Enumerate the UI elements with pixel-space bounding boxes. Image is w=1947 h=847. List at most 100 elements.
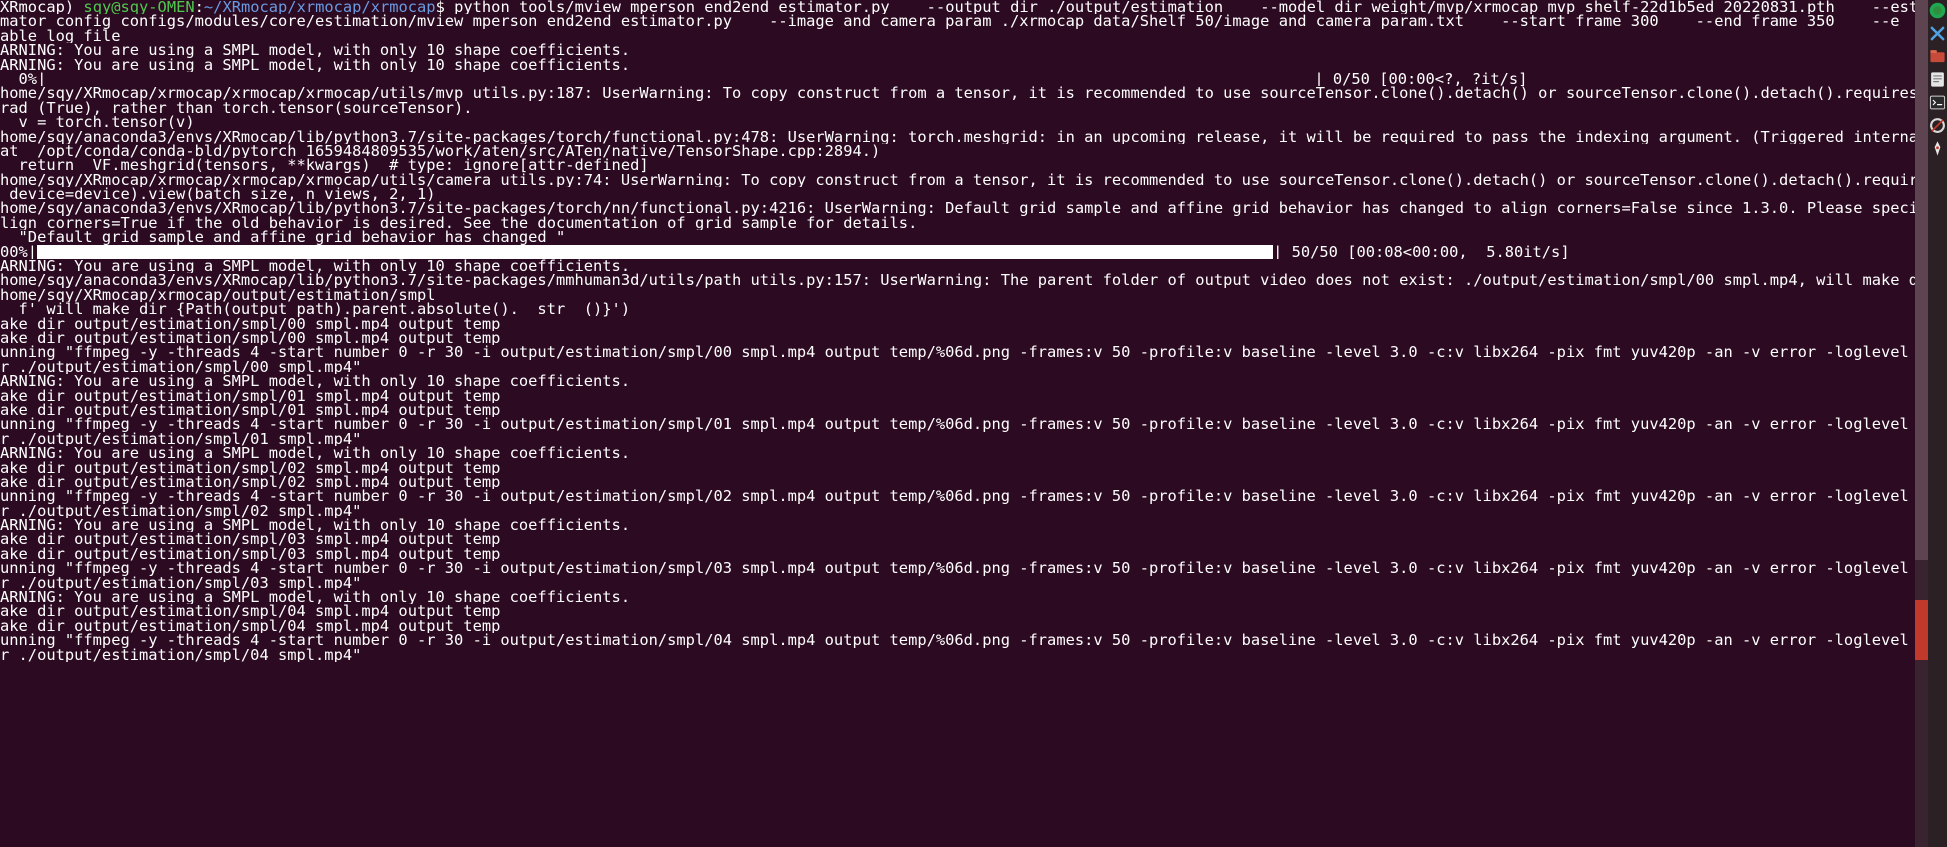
- prompt-env: XRmocap): [0, 0, 75, 15]
- terminal-line: home/sqy/XRmocap/xrmocap/output/estimati…: [0, 288, 1928, 302]
- terminal-line-text: home/sqy/XRmocap/xrmocap/xrmocap/xrmocap…: [0, 172, 1928, 188]
- terminal-line-text: r ./output/estimation/smpl/02_smpl.mp4": [0, 503, 362, 519]
- terminal-icon[interactable]: [1929, 94, 1946, 111]
- terminal-line: ake dir output/estimation/smpl/01_smpl.m…: [0, 403, 1928, 417]
- terminal-line-text: ARNING: You are using a SMPL model, with…: [0, 590, 631, 605]
- terminal-line: v = torch.tensor(v): [0, 115, 1928, 129]
- terminal-line-text: unning "ffmpeg -y -threads 4 -start_numb…: [0, 345, 1928, 360]
- terminal-line: ake dir output/estimation/smpl/04_smpl.m…: [0, 604, 1928, 618]
- terminal-line-text: unning "ffmpeg -y -threads 4 -start_numb…: [0, 633, 1928, 648]
- progress-bar-stats: | 0/50 [00:00<?, ?it/s]: [1314, 71, 1528, 87]
- terminal-line: r ./output/estimation/smpl/03_smpl.mp4": [0, 576, 1928, 590]
- terminal-line-text: home/sqy/anaconda3/envs/XRmocap/lib/pyth…: [0, 201, 1928, 216]
- terminal-line: ake dir output/estimation/smpl/00_smpl.m…: [0, 317, 1928, 331]
- terminal-line: ake dir output/estimation/smpl/01_smpl.m…: [0, 389, 1928, 403]
- terminal-output: XRmocap) sqy@sqy-OMEN:~/XRmocap/xrmocap/…: [0, 0, 1928, 662]
- terminal-line-text: ARNING: You are using a SMPL model, with…: [0, 446, 631, 461]
- terminal-line-text: ake dir output/estimation/smpl/01_smpl.m…: [0, 402, 501, 418]
- terminal-line: "Default grid_sample and affine_grid beh…: [0, 230, 1928, 244]
- terminal-line: lign_corners=True if the old behavior is…: [0, 216, 1928, 230]
- prompt-command: python tools/mview_mperson_end2end_estim…: [444, 0, 1919, 15]
- terminal-line-text: ake dir output/estimation/smpl/03_smpl.m…: [0, 532, 501, 547]
- terminal-window[interactable]: XRmocap) sqy@sqy-OMEN:~/XRmocap/xrmocap/…: [0, 0, 1928, 847]
- progress-bar-empty: [46, 71, 1315, 87]
- progress-bar-line: 00%| | 50/50 [00:08<00:00, 5.80it/s]: [0, 244, 1928, 260]
- terminal-line: ake dir output/estimation/smpl/02_smpl.m…: [0, 461, 1928, 475]
- terminal-line: home/sqy/anaconda3/envs/XRmocap/lib/pyth…: [0, 201, 1928, 215]
- desktop-dock[interactable]: [1928, 0, 1947, 847]
- terminal-line-text: device=device).view(batch_size, n_views,…: [0, 187, 436, 202]
- firefox-icon[interactable]: [1929, 2, 1946, 19]
- terminal-line: ARNING: You are using a SMPL model, with…: [0, 259, 1928, 273]
- terminal-line: home/sqy/anaconda3/envs/XRmocap/lib/pyth…: [0, 273, 1928, 287]
- terminal-line: home/sqy/XRmocap/xrmocap/xrmocap/xrmocap…: [0, 173, 1928, 187]
- terminal-line-text: unning "ffmpeg -y -threads 4 -start_numb…: [0, 489, 1928, 504]
- terminal-line-text: ake dir output/estimation/smpl/02_smpl.m…: [0, 474, 501, 490]
- terminal-line-text: ake dir output/estimation/smpl/04_smpl.m…: [0, 604, 501, 619]
- terminal-prompt-line: XRmocap) sqy@sqy-OMEN:~/XRmocap/xrmocap/…: [0, 0, 1928, 14]
- terminal-line: able_log_file: [0, 29, 1928, 43]
- terminal-line: unning "ffmpeg -y -threads 4 -start_numb…: [0, 417, 1928, 431]
- terminal-line-text: able_log_file: [0, 28, 121, 44]
- terminal-line: return _VF.meshgrid(tensors, **kwargs) #…: [0, 158, 1928, 172]
- terminal-line-text: f' will make dir {Path(output_path).pare…: [0, 302, 631, 317]
- terminal-line-text: r ./output/estimation/smpl/03_smpl.mp4": [0, 575, 362, 591]
- terminal-line-text: mator_config configs/modules/core/estima…: [0, 14, 1900, 29]
- terminal-line: rad_(True), rather than torch.tensor(sou…: [0, 101, 1928, 115]
- terminal-line-text: r ./output/estimation/smpl/00_smpl.mp4": [0, 359, 362, 375]
- terminal-line: ARNING: You are using a SMPL model, with…: [0, 374, 1928, 388]
- progress-bar-filled: [37, 244, 1274, 260]
- terminal-line: device=device).view(batch_size, n_views,…: [0, 187, 1928, 201]
- terminal-line-text: home/sqy/anaconda3/envs/XRmocap/lib/pyth…: [0, 129, 1928, 144]
- progress-bar-line: 0%| | 0/50 [00:00<?, ?it/s]: [0, 71, 1928, 87]
- terminal-line: r ./output/estimation/smpl/00_smpl.mp4": [0, 360, 1928, 374]
- terminal-line-text: ake dir output/estimation/smpl/04_smpl.m…: [0, 618, 501, 634]
- terminal-line: unning "ffmpeg -y -threads 4 -start_numb…: [0, 345, 1928, 359]
- terminal-scrollbar[interactable]: [1915, 0, 1928, 847]
- terminal-line: unning "ffmpeg -y -threads 4 -start_numb…: [0, 489, 1928, 503]
- pen-tool-icon[interactable]: [1929, 140, 1946, 157]
- terminal-line-text: unning "ffmpeg -y -threads 4 -start_numb…: [0, 561, 1928, 576]
- prompt-path: ~/XRmocap/xrmocap/xrmocap: [203, 0, 436, 15]
- terminal-line: unning "ffmpeg -y -threads 4 -start_numb…: [0, 633, 1928, 647]
- terminal-line: ARNING: You are using a SMPL model, with…: [0, 590, 1928, 604]
- close-window-icon[interactable]: [1929, 25, 1946, 42]
- terminal-line: ake dir output/estimation/smpl/03_smpl.m…: [0, 532, 1928, 546]
- terminal-line-text: unning "ffmpeg -y -threads 4 -start_numb…: [0, 417, 1928, 432]
- terminal-line-text: ARNING: You are using a SMPL model, with…: [0, 43, 631, 58]
- progress-percent-label: 0%|: [0, 71, 47, 87]
- terminal-line: home/sqy/XRmocap/xrmocap/xrmocap/xrmocap…: [0, 86, 1928, 100]
- text-editor-icon[interactable]: [1929, 71, 1946, 88]
- terminal-line: r ./output/estimation/smpl/01_smpl.mp4": [0, 432, 1928, 446]
- progress-bar-stats: | 50/50 [00:08<00:00, 5.80it/s]: [1273, 244, 1570, 260]
- terminal-line: r ./output/estimation/smpl/02_smpl.mp4": [0, 504, 1928, 518]
- terminal-line: ARNING: You are using a SMPL model, with…: [0, 446, 1928, 460]
- terminal-line: ake dir output/estimation/smpl/00_smpl.m…: [0, 331, 1928, 345]
- terminal-line: at /opt/conda/conda-bld/pytorch_16594848…: [0, 144, 1928, 158]
- terminal-line: home/sqy/anaconda3/envs/XRmocap/lib/pyth…: [0, 130, 1928, 144]
- terminal-line-text: ake dir output/estimation/smpl/03_smpl.m…: [0, 546, 501, 562]
- terminal-line-text: rad_(True), rather than torch.tensor(sou…: [0, 100, 473, 116]
- terminal-line-text: home/sqy/anaconda3/envs/XRmocap/lib/pyth…: [0, 273, 1928, 288]
- progress-percent-label: 00%|: [0, 244, 38, 260]
- terminal-line-text: "Default grid_sample and affine_grid beh…: [0, 230, 566, 245]
- terminal-line: ake dir output/estimation/smpl/02_smpl.m…: [0, 475, 1928, 489]
- prompt-dollar: $: [435, 0, 445, 15]
- terminal-line: ake dir output/estimation/smpl/03_smpl.m…: [0, 547, 1928, 561]
- terminal-line-text: ARNING: You are using a SMPL model, with…: [0, 259, 631, 274]
- terminal-line-text: ake dir output/estimation/smpl/02_smpl.m…: [0, 460, 501, 475]
- terminal-line: f' will make dir {Path(output_path).pare…: [0, 302, 1928, 316]
- terminal-line: unning "ffmpeg -y -threads 4 -start_numb…: [0, 561, 1928, 575]
- terminal-line: r ./output/estimation/smpl/04_smpl.mp4": [0, 648, 1928, 662]
- terminal-line-text: return _VF.meshgrid(tensors, **kwargs) #…: [0, 158, 649, 173]
- scrollbar-thumb[interactable]: [1915, 0, 1928, 560]
- terminal-line: ake dir output/estimation/smpl/04_smpl.m…: [0, 619, 1928, 633]
- terminal-line-text: r ./output/estimation/smpl/01_smpl.mp4": [0, 431, 362, 447]
- scrollbar-marker: [1915, 600, 1928, 660]
- settings-icon[interactable]: [1929, 117, 1946, 134]
- files-icon[interactable]: [1929, 48, 1946, 65]
- terminal-line-text: home/sqy/XRmocap/xrmocap/output/estimati…: [0, 287, 436, 303]
- prompt-colon: :: [194, 0, 204, 15]
- terminal-line: ARNING: You are using a SMPL model, with…: [0, 43, 1928, 57]
- terminal-line-text: r ./output/estimation/smpl/04_smpl.mp4": [0, 647, 362, 662]
